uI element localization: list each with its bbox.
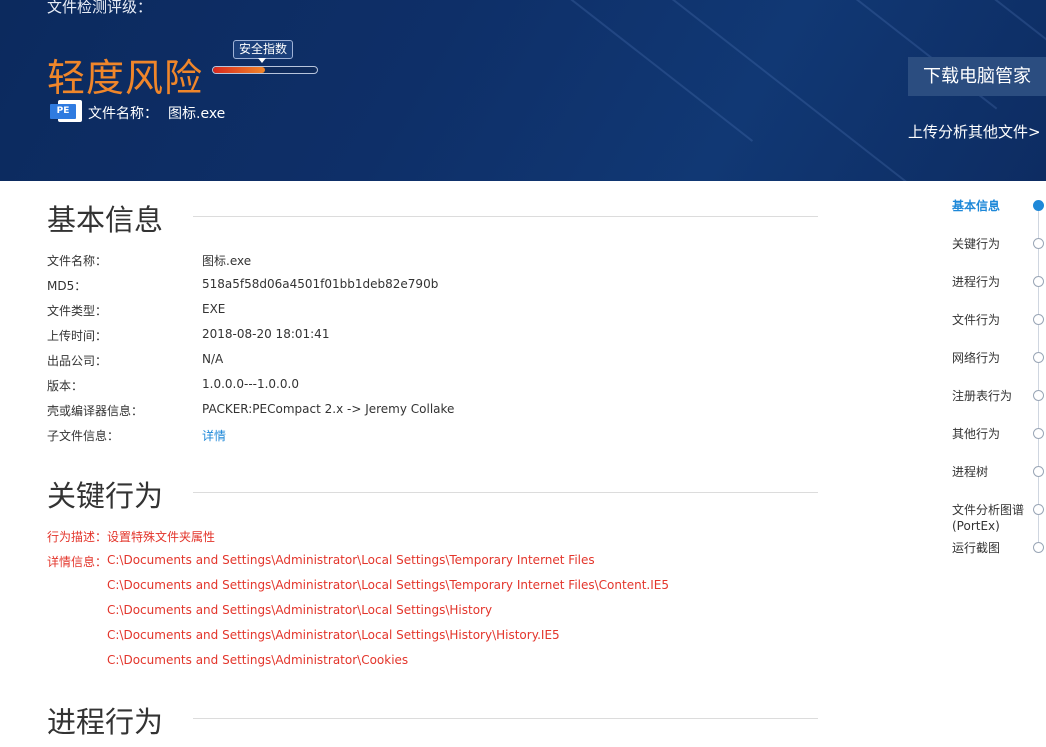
side-nav-item-file-behavior[interactable]: 文件行为 xyxy=(952,312,1000,328)
detail-path: C:\Documents and Settings\Administrator\… xyxy=(107,653,409,667)
download-pc-manager-button[interactable]: 下载电脑管家 xyxy=(908,57,1046,96)
info-value-company: N/A xyxy=(202,352,224,366)
side-nav-item-file-graph[interactable]: 文件分析图谱 (PortEx) xyxy=(952,502,1024,534)
side-nav-dot[interactable] xyxy=(1033,390,1044,401)
file-name-label: 文件名称： xyxy=(88,106,158,122)
side-nav-dot[interactable] xyxy=(1033,466,1044,477)
side-nav-dot[interactable] xyxy=(1033,542,1044,553)
info-label: 子文件信息： xyxy=(47,429,120,443)
grade-label: 文件检测评级： xyxy=(47,0,153,16)
side-nav-item-screenshots[interactable]: 运行截图 xyxy=(952,540,1000,556)
info-label: 壳或编译器信息： xyxy=(47,404,144,418)
info-label: 版本： xyxy=(47,379,84,393)
side-nav-item-other-behavior[interactable]: 其他行为 xyxy=(952,426,1000,442)
side-nav-dot[interactable] xyxy=(1033,238,1044,249)
detail-path: C:\Documents and Settings\Administrator\… xyxy=(107,603,493,617)
behavior-desc-value: 设置特殊文件夹属性 xyxy=(107,530,216,544)
side-nav-dot[interactable] xyxy=(1033,504,1044,515)
side-nav-item-process-tree[interactable]: 进程树 xyxy=(952,464,988,480)
side-nav-dot[interactable] xyxy=(1033,352,1044,363)
side-nav-dot[interactable] xyxy=(1033,428,1044,439)
section-divider xyxy=(193,718,818,719)
behavior-description: 行为描述：设置特殊文件夹属性 xyxy=(47,528,215,545)
file-name-line: 文件名称： 图标.exe xyxy=(88,103,225,123)
info-value-version: 1.0.0.0---1.0.0.0 xyxy=(202,377,299,391)
decorative-streak xyxy=(946,0,1046,62)
info-label: 文件类型： xyxy=(47,304,108,318)
section-title-process-behavior: 进程行为 xyxy=(47,705,164,739)
upload-other-file-link[interactable]: 上传分析其他文件> xyxy=(908,121,1041,142)
info-value-filetype: EXE xyxy=(202,302,226,316)
info-label: MD5： xyxy=(47,279,87,293)
side-nav-item-registry-behavior[interactable]: 注册表行为 xyxy=(952,388,1012,404)
detail-path: C:\Documents and Settings\Administrator\… xyxy=(107,578,669,592)
detail-label: 详情信息： xyxy=(47,555,108,569)
subfile-details-link[interactable]: 详情 xyxy=(202,427,226,444)
side-nav-track xyxy=(1038,206,1039,548)
info-label: 上传时间： xyxy=(47,329,108,343)
info-value-md5: 518a5f58d06a4501f01bb1deb82e790b xyxy=(202,277,439,291)
behavior-desc-label: 行为描述： xyxy=(47,530,108,544)
side-nav-item-basic-info[interactable]: 基本信息 xyxy=(952,198,1000,214)
section-title-key-behavior: 关键行为 xyxy=(47,479,164,513)
detail-path: C:\Documents and Settings\Administrator\… xyxy=(107,553,595,567)
risk-meter-fill xyxy=(213,67,265,73)
side-nav-dot[interactable] xyxy=(1033,276,1044,287)
risk-meter xyxy=(212,66,318,74)
info-value-filename: 图标.exe xyxy=(202,254,252,268)
pe-file-icon: PE xyxy=(50,100,82,122)
risk-level-text: 轻度风险 xyxy=(47,56,204,100)
side-nav-item-network-behavior[interactable]: 网络行为 xyxy=(952,350,1000,366)
decorative-streak xyxy=(671,0,909,181)
decorative-streak xyxy=(546,0,754,142)
file-name-value: 图标.exe xyxy=(168,106,226,122)
info-label: 文件名称： xyxy=(47,254,108,268)
section-title-basic-info: 基本信息 xyxy=(47,203,164,237)
section-divider xyxy=(193,492,818,493)
info-value-upload-time: 2018-08-20 18:01:41 xyxy=(202,327,330,341)
info-value-packer: PACKER:PECompact 2.x -> Jeremy Collake xyxy=(202,402,455,416)
info-label: 出品公司： xyxy=(47,354,108,368)
report-header: 文件检测评级： 轻度风险 安全指数 PE 文件名称： 图标.exe 下载电脑管家 … xyxy=(0,0,1046,181)
side-nav-item-file-graph-label: 文件分析图谱 xyxy=(952,503,1025,517)
side-nav-item-process-behavior[interactable]: 进程行为 xyxy=(952,274,1000,290)
side-nav-dot[interactable] xyxy=(1033,314,1044,325)
side-nav-item-key-behavior[interactable]: 关键行为 xyxy=(952,236,1000,252)
safety-index-tag: 安全指数 xyxy=(233,40,294,63)
section-divider xyxy=(193,216,818,217)
side-nav-dot-active[interactable] xyxy=(1033,200,1044,211)
detail-path: C:\Documents and Settings\Administrator\… xyxy=(107,628,560,642)
side-nav-item-file-graph-sub: (PortEx) xyxy=(952,519,1000,533)
